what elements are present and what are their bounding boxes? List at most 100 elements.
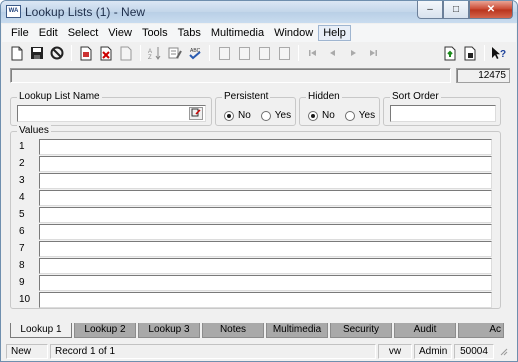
maximize-icon: □ bbox=[452, 4, 460, 15]
value-row: 7 bbox=[19, 240, 492, 257]
form-icon bbox=[258, 46, 270, 60]
value-row-number: 5 bbox=[19, 209, 25, 220]
menu-view[interactable]: View bbox=[103, 25, 137, 41]
value-input[interactable] bbox=[39, 257, 492, 274]
persistent-no-label: No bbox=[238, 110, 251, 121]
hidden-label: Hidden bbox=[306, 91, 342, 102]
window-title: Lookup Lists (1) - New bbox=[25, 5, 146, 19]
save-button[interactable] bbox=[28, 44, 46, 62]
lookup-list-name-input[interactable] bbox=[17, 105, 206, 122]
value-input[interactable] bbox=[39, 274, 492, 291]
persistent-no-radio[interactable] bbox=[224, 110, 234, 121]
tab-lookup-3[interactable]: Lookup 3 bbox=[138, 323, 200, 338]
hidden-yes-radio[interactable] bbox=[344, 110, 355, 121]
title-bar[interactable]: WA Lookup Lists (1) - New – □ ✕ bbox=[1, 1, 517, 23]
tab-lookup-1[interactable]: Lookup 1 bbox=[10, 323, 72, 338]
value-row: 8 bbox=[19, 257, 492, 274]
lookup-list-name-group: Lookup List Name bbox=[10, 91, 212, 126]
edit-list-button[interactable] bbox=[166, 44, 184, 62]
blank-document-button[interactable] bbox=[117, 44, 135, 62]
hidden-group: Hidden No Yes bbox=[299, 91, 380, 126]
toolbar-separator bbox=[209, 45, 210, 61]
minimize-button[interactable]: – bbox=[417, 1, 443, 19]
value-input[interactable] bbox=[39, 138, 492, 155]
tab-audit[interactable]: Audit bbox=[394, 323, 456, 338]
value-row: 2 bbox=[19, 155, 492, 172]
sort-order-input[interactable] bbox=[390, 105, 496, 122]
value-row-number: 10 bbox=[19, 294, 31, 305]
menu-window[interactable]: Window bbox=[269, 25, 318, 41]
app-logo-icon: WA bbox=[6, 5, 21, 18]
report-icon bbox=[218, 46, 230, 60]
tab-multimedia[interactable]: Multimedia bbox=[266, 323, 328, 338]
menu-select[interactable]: Select bbox=[63, 25, 104, 41]
menu-multimedia[interactable]: Multimedia bbox=[206, 25, 269, 41]
toolbar-separator bbox=[484, 45, 485, 61]
persistent-yes-radio[interactable] bbox=[260, 110, 271, 121]
maximize-button[interactable]: □ bbox=[443, 1, 469, 19]
lookup-picker-button[interactable] bbox=[189, 107, 203, 120]
tab-security[interactable]: Security bbox=[330, 323, 392, 338]
minimize-icon: – bbox=[427, 4, 433, 15]
tab-strip: Lookup 1 Lookup 2 Lookup 3 Notes Multime… bbox=[10, 323, 510, 338]
status-user-short: vw bbox=[378, 343, 412, 359]
menu-help[interactable]: Help bbox=[318, 25, 351, 41]
cancel-button[interactable] bbox=[48, 44, 66, 62]
sort-icon: AZ bbox=[148, 47, 161, 60]
value-input[interactable] bbox=[39, 291, 492, 308]
hidden-no-radio[interactable] bbox=[308, 110, 318, 121]
value-input[interactable] bbox=[39, 240, 492, 257]
value-row: 1 bbox=[19, 138, 492, 155]
value-input[interactable] bbox=[39, 223, 492, 240]
value-input[interactable] bbox=[39, 206, 492, 223]
new-document-icon bbox=[11, 46, 23, 60]
value-row-number: 8 bbox=[19, 260, 25, 271]
value-row-number: 6 bbox=[19, 226, 25, 237]
save-icon bbox=[31, 47, 43, 59]
value-input[interactable] bbox=[39, 172, 492, 189]
form-button bbox=[255, 44, 273, 62]
toolbar: AZ ABC ? bbox=[2, 42, 516, 64]
value-input[interactable] bbox=[39, 189, 492, 206]
menu-tabs[interactable]: Tabs bbox=[173, 25, 206, 41]
previous-record-icon bbox=[330, 50, 335, 56]
import-icon bbox=[464, 46, 476, 60]
close-button[interactable]: ✕ bbox=[469, 1, 513, 19]
toolbar-separator bbox=[71, 45, 72, 61]
import-button[interactable] bbox=[461, 44, 479, 62]
export-button[interactable] bbox=[441, 44, 459, 62]
value-input[interactable] bbox=[39, 155, 492, 172]
value-row: 5 bbox=[19, 206, 492, 223]
svg-text:Z: Z bbox=[148, 55, 152, 60]
hidden-yes-label: Yes bbox=[358, 110, 376, 121]
value-row-number: 2 bbox=[19, 158, 25, 169]
status-bar: New Record 1 of 1 vw Admin 50004 bbox=[2, 342, 516, 360]
menu-edit[interactable]: Edit bbox=[34, 25, 63, 41]
new-document-button[interactable] bbox=[8, 44, 26, 62]
edit-list-icon bbox=[168, 47, 182, 59]
copy-record-button[interactable] bbox=[77, 44, 95, 62]
value-row: 9 bbox=[19, 274, 492, 291]
last-record-button bbox=[364, 44, 382, 62]
last-record-icon bbox=[370, 50, 377, 56]
status-user-role: Admin bbox=[414, 343, 452, 359]
spellcheck-button[interactable]: ABC bbox=[186, 44, 204, 62]
status-record-position: Record 1 of 1 bbox=[50, 343, 376, 359]
tab-ac[interactable]: Ac bbox=[458, 323, 504, 338]
sort-order-group: Sort Order bbox=[383, 91, 501, 126]
value-row-number: 4 bbox=[19, 192, 25, 203]
svg-text:?: ? bbox=[500, 49, 506, 60]
sort-button[interactable]: AZ bbox=[146, 44, 164, 62]
tab-lookup-2[interactable]: Lookup 2 bbox=[74, 323, 136, 338]
value-row-number: 9 bbox=[19, 277, 25, 288]
help-pointer-button[interactable]: ? bbox=[490, 44, 508, 62]
blank-document-icon bbox=[120, 46, 132, 60]
menu-file[interactable]: File bbox=[6, 25, 34, 41]
value-row: 4 bbox=[19, 189, 492, 206]
menu-tools[interactable]: Tools bbox=[137, 25, 173, 41]
resize-grip-icon[interactable] bbox=[498, 346, 508, 356]
value-row: 10 bbox=[19, 291, 492, 308]
delete-record-button[interactable] bbox=[97, 44, 115, 62]
tab-notes[interactable]: Notes bbox=[202, 323, 264, 338]
help-pointer-icon: ? bbox=[492, 47, 506, 60]
